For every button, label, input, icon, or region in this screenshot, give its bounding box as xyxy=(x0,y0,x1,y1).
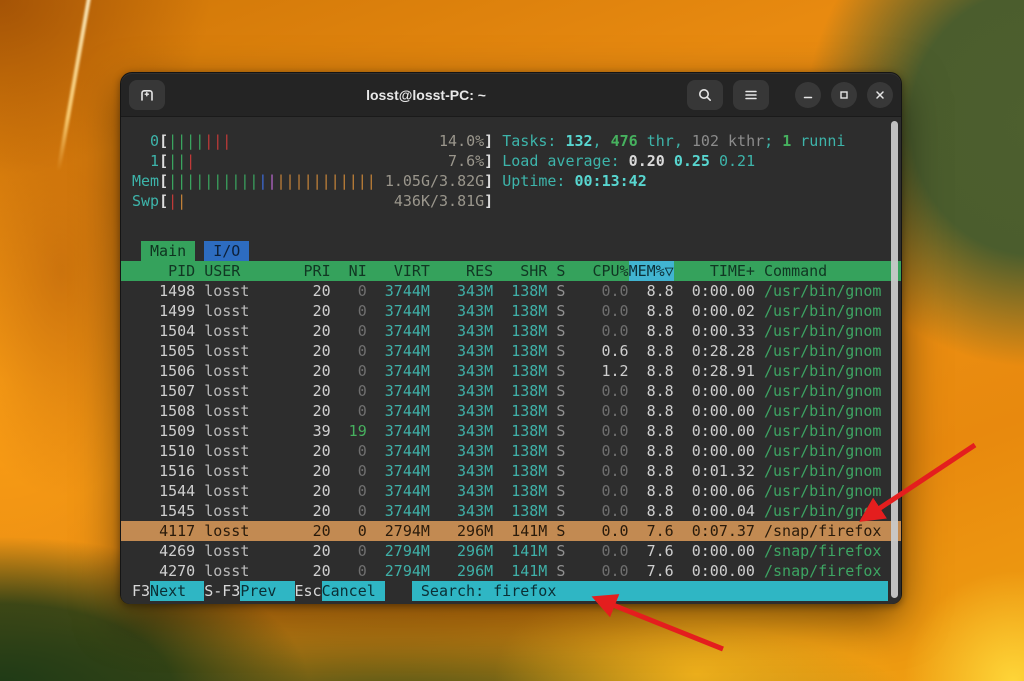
column-header-Command[interactable]: Command xyxy=(764,261,888,281)
meter-value: 14.0% xyxy=(439,132,485,150)
meter-mem: Mem[||||||||||||||||||||||| 1.05G/3.82G] xyxy=(132,171,494,191)
process-row[interactable]: 1516 losst 20 0 3744M 343M 138M S 0.0 8.8 0:01.32/… xyxy=(121,461,901,481)
meter-label: 1 xyxy=(150,152,160,170)
fnkey-esc: Esc xyxy=(294,582,322,600)
meter-bars: ||| xyxy=(168,152,196,170)
meter-track: ||| 7.6% xyxy=(168,151,484,171)
fnkey-f3: F3 xyxy=(132,582,151,600)
terminal-scrollbar[interactable] xyxy=(891,121,898,598)
fnkey-action-cancel[interactable]: Cancel xyxy=(321,581,385,601)
meter-label: Mem xyxy=(132,172,160,190)
column-header-S[interactable]: S xyxy=(547,261,565,281)
terminal-window: losst@losst-PC: ~ 0 [||||||| 14.0%] 1 … xyxy=(120,72,902,604)
column-header-MEM%[interactable]: MEM%▽ xyxy=(628,261,674,281)
close-icon xyxy=(874,89,886,101)
search-input[interactable]: Search: firefox xyxy=(411,581,888,601)
close-button[interactable] xyxy=(867,81,893,108)
new-tab-icon xyxy=(139,87,155,103)
meters-column: 0[||||||| 14.0%] 1[||| 7.6%] Mem[|||||||||||… xyxy=(132,131,493,211)
table-header-row: PID USER PRI NI VIRT RES SHR S CPU% MEM%▽ TIME+ Com… xyxy=(121,261,901,281)
tab-main[interactable]: Main xyxy=(141,241,196,261)
meter-bars: ||||||||||||||||||||||| xyxy=(168,172,376,190)
process-row[interactable]: 1505 losst 20 0 3744M 343M 138M S 0.6 8.8 0:28.28/… xyxy=(121,341,901,361)
process-row[interactable]: 1509 losst 39 19 3744M 343M 138M S 0.0 8.8 0:00.00… xyxy=(121,421,901,441)
menu-button[interactable] xyxy=(733,79,769,110)
tab-io[interactable]: I/O xyxy=(204,241,250,261)
process-row[interactable]: 1504 losst 20 0 3744M 343M 138M S 0.0 8.8 0:00.33/… xyxy=(121,321,901,341)
search-button[interactable] xyxy=(687,79,723,110)
screen-tabs: Main I/O xyxy=(121,241,901,261)
wallpaper-highlight-streak xyxy=(56,0,92,172)
minimize-button[interactable] xyxy=(795,81,821,108)
htop-screen: 0[||||||| 14.0%] 1[||| 7.6%] Mem[|||||||||||… xyxy=(121,117,901,601)
meter-label: 0 xyxy=(150,132,160,150)
titlebar[interactable]: losst@losst-PC: ~ xyxy=(121,73,901,117)
process-row[interactable]: 1498 losst 20 0 3744M 343M 138M S 0.0 8.8 0:00.00/… xyxy=(121,281,901,301)
column-header-PRI[interactable]: PRI xyxy=(295,261,331,281)
meter-label: Swp xyxy=(132,192,160,210)
maximize-button[interactable] xyxy=(831,81,857,108)
system-info-line-2: Uptime: 00:13:42 xyxy=(502,172,647,190)
column-header-TIME+[interactable]: TIME+ xyxy=(674,261,755,281)
new-tab-button[interactable] xyxy=(129,79,165,110)
column-header-NI[interactable]: NI xyxy=(331,261,367,281)
minimize-icon xyxy=(802,89,814,101)
process-row[interactable]: 4269 losst 20 0 2794M 296M 141M S 0.0 7.6 0:00.00/… xyxy=(121,541,901,561)
system-info-column: Tasks: 132, 476 thr, 102 kthr; 1 runni Lo… xyxy=(502,131,888,211)
function-key-bar: F3 Next S-F3 Prev Esc Cancel Search: firefo… xyxy=(121,581,901,601)
process-row[interactable]: 4270 losst 20 0 2794M 296M 141M S 0.0 7.6 0:00.00/… xyxy=(121,561,901,581)
meter-track: ||||||| 14.0% xyxy=(168,131,484,151)
window-title: losst@losst-PC: ~ xyxy=(366,86,486,103)
column-header-RES[interactable]: RES xyxy=(430,261,493,281)
terminal-content[interactable]: 0[||||||| 14.0%] 1[||| 7.6%] Mem[|||||||||||… xyxy=(121,117,901,604)
meter-track: ||||||||||||||||||||||| 1.05G/3.82G xyxy=(168,171,484,191)
hamburger-menu-icon xyxy=(743,87,759,103)
column-header-PID[interactable]: PID xyxy=(132,261,195,281)
system-info-line-0: Tasks: 132, 476 thr, 102 kthr; 1 runni xyxy=(502,132,846,150)
htop-header: 0[||||||| 14.0%] 1[||| 7.6%] Mem[|||||||||||… xyxy=(121,131,901,211)
maximize-icon xyxy=(838,89,850,101)
meter-value: 7.6% xyxy=(448,152,485,170)
process-row[interactable]: 1544 losst 20 0 3744M 343M 138M S 0.0 8.8 0:00.06/… xyxy=(121,481,901,501)
fnkey-action-prev[interactable]: Prev xyxy=(240,581,295,601)
meter-track: || 436K/3.81G xyxy=(168,191,484,211)
process-row[interactable]: 1506 losst 20 0 3744M 343M 138M S 1.2 8.8 0:28.91/… xyxy=(121,361,901,381)
process-row[interactable]: 1545 losst 20 0 3744M 343M 138M S 0.0 8.8 0:00.04/… xyxy=(121,501,901,521)
meter-0: 0[||||||| 14.0%] xyxy=(132,131,493,151)
meter-value: 1.05G/3.82G xyxy=(384,172,485,190)
process-row-selected[interactable]: 4117 losst 20 0 2794M 296M 141M S 0.0 7.6 0:07.37/… xyxy=(121,521,901,541)
fnkey-action-next[interactable]: Next xyxy=(150,581,205,601)
process-row[interactable]: 1508 losst 20 0 3744M 343M 138M S 0.0 8.8 0:00.00/… xyxy=(121,401,901,421)
column-header-SHR[interactable]: SHR xyxy=(493,261,547,281)
process-row[interactable]: 1499 losst 20 0 3744M 343M 138M S 0.0 8.8 0:00.02/… xyxy=(121,301,901,321)
process-row[interactable]: 1507 losst 20 0 3744M 343M 138M S 0.0 8.8 0:00.00/… xyxy=(121,381,901,401)
column-header-CPU%[interactable]: CPU% xyxy=(565,261,628,281)
fnkey-s-f3: S-F3 xyxy=(204,582,241,600)
search-icon xyxy=(697,87,713,103)
column-header-VIRT[interactable]: VIRT xyxy=(367,261,430,281)
meter-bars: ||||||| xyxy=(168,132,232,150)
meter-1: 1[||| 7.6%] xyxy=(132,151,493,171)
meter-swp: Swp[|| 436K/3.81G] xyxy=(132,191,494,211)
process-row[interactable]: 1510 losst 20 0 3744M 343M 138M S 0.0 8.8 0:00.00/… xyxy=(121,441,901,461)
meter-bars: || xyxy=(168,192,187,210)
meter-value: 436K/3.81G xyxy=(393,192,485,210)
system-info-line-1: Load average: 0.20 0.25 0.21 xyxy=(502,152,756,170)
column-header-USER[interactable]: USER xyxy=(204,261,294,281)
